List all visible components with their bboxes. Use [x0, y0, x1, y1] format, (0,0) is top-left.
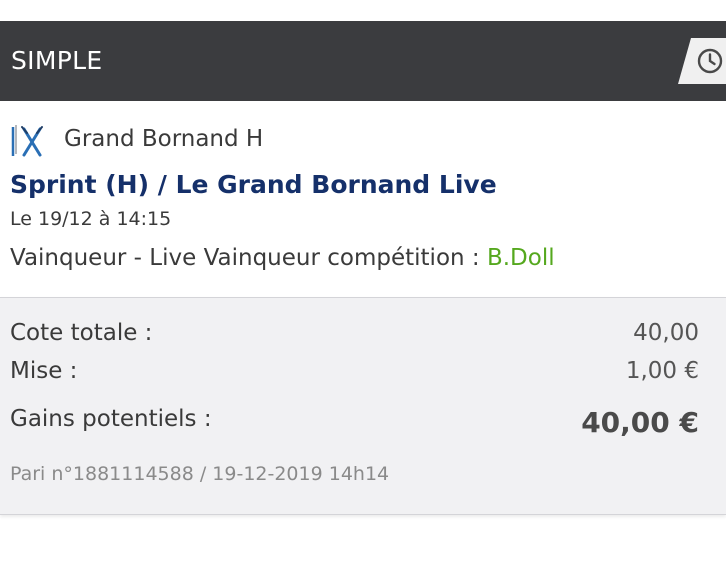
total-odds-value: 40,00: [633, 320, 699, 346]
event-date: Le 19/12 à 14:15: [10, 208, 172, 230]
ski-icon: [11, 125, 43, 157]
event-details: Grand Bornand H Sprint (H) / Le Grand Bo…: [0, 101, 726, 297]
bet-type-header: SIMPLE: [0, 21, 726, 101]
bet-selection: Vainqueur - Live Vainqueur compétition :…: [10, 245, 555, 271]
stake-value: 1,00 €: [625, 358, 699, 384]
market-label: Vainqueur - Live Vainqueur compétition :: [10, 245, 487, 271]
bet-type-title: SIMPLE: [11, 46, 103, 75]
potential-gains-value: 40,00 €: [581, 406, 699, 439]
potential-gains-label: Gains potentiels :: [10, 406, 212, 432]
history-tab[interactable]: [678, 38, 726, 84]
competition-name: Grand Bornand H: [64, 126, 264, 152]
bet-reference: Pari n°1881114588 / 19-12-2019 14h14: [10, 463, 390, 485]
clock-icon[interactable]: [697, 48, 723, 74]
event-title[interactable]: Sprint (H) / Le Grand Bornand Live: [10, 170, 497, 199]
bet-slip-page: SIMPLE Grand Bornand H Sprint (H) / Le G…: [0, 0, 726, 586]
selection-name: B.Doll: [486, 245, 555, 271]
bet-summary: Cote totale : 40,00 Mise : 1,00 € Gains …: [0, 297, 726, 515]
stake-label: Mise :: [10, 358, 78, 384]
total-odds-label: Cote totale :: [10, 320, 153, 346]
